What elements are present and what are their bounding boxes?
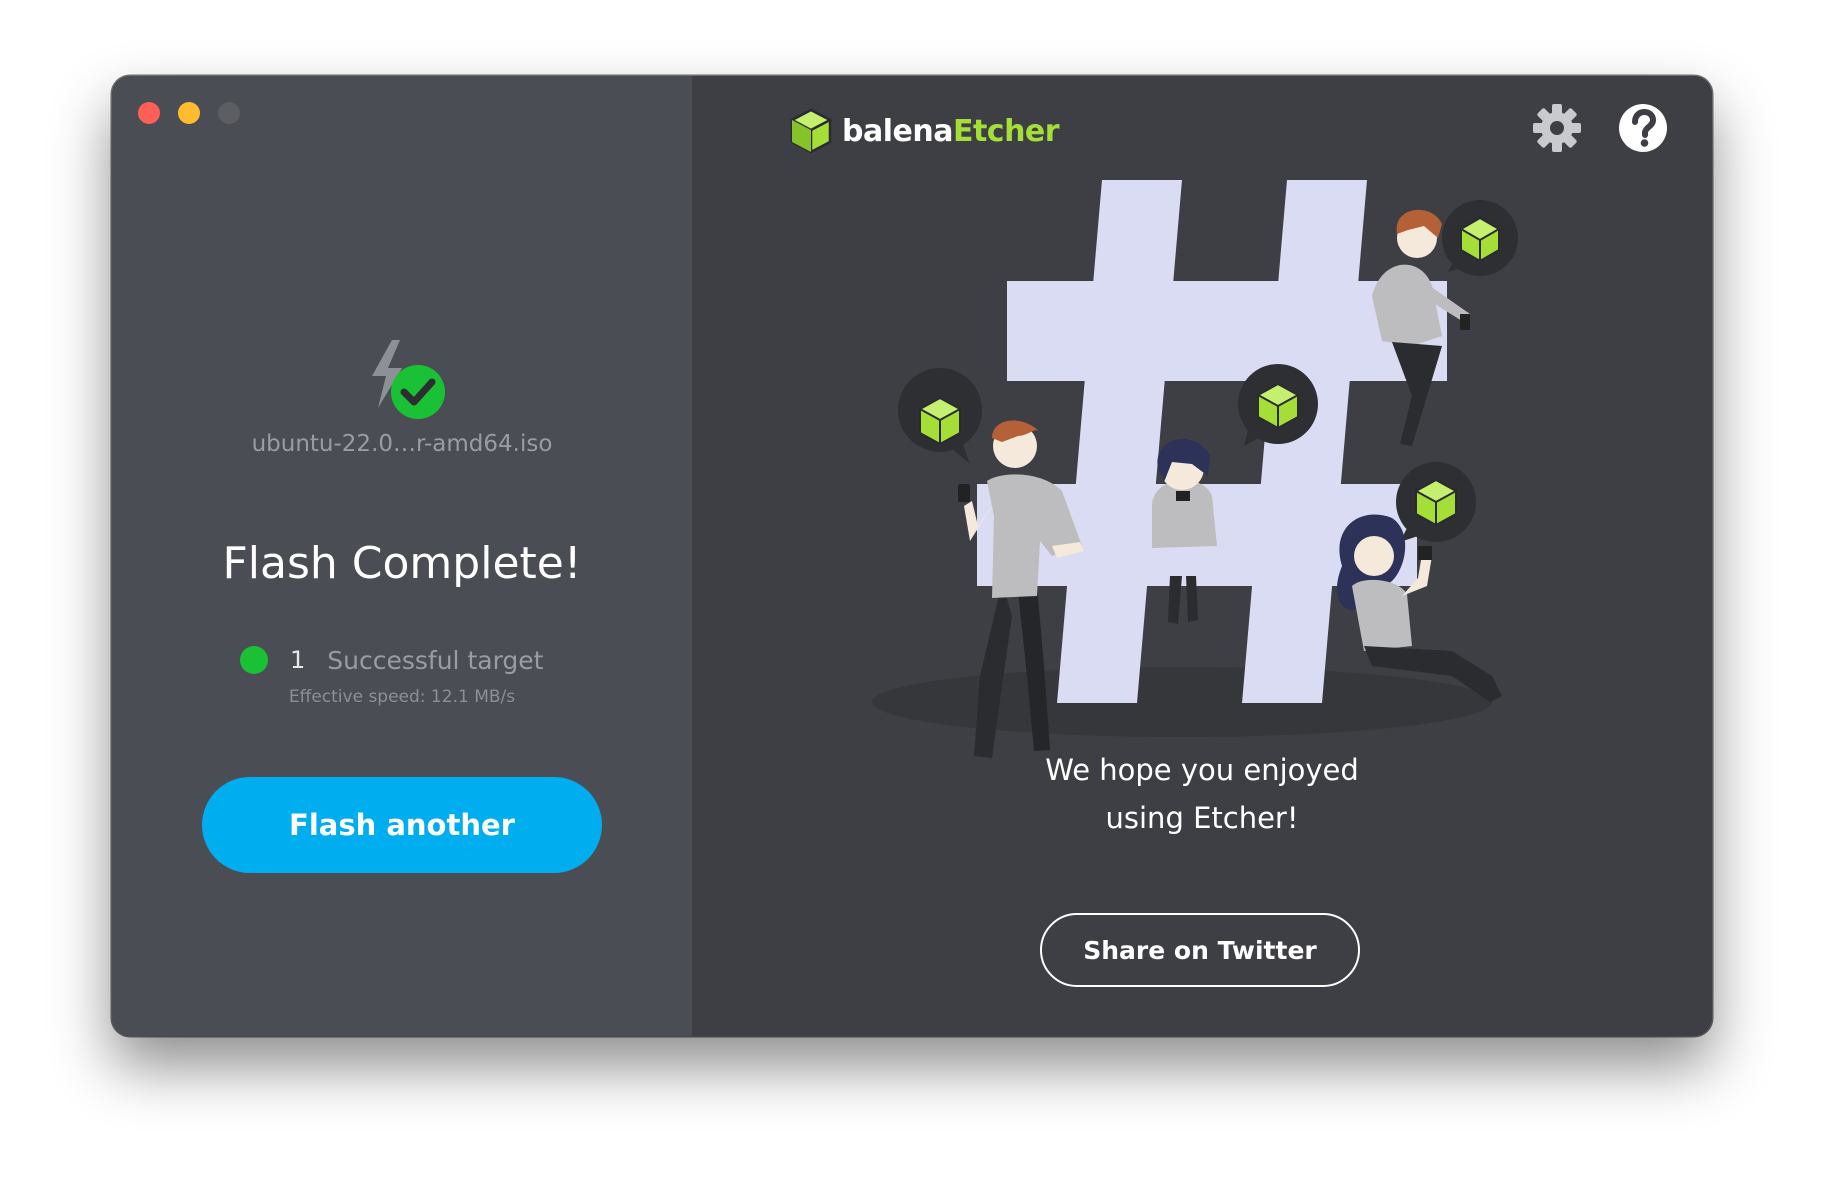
success-dot-icon <box>240 646 268 674</box>
logo-text: balenaEtcher <box>842 113 1060 149</box>
check-circle-icon <box>391 365 445 419</box>
success-label: Successful target <box>327 645 544 675</box>
speech-bubble-lower-right <box>1396 462 1476 542</box>
zoom-window-button[interactable] <box>218 102 240 124</box>
etcher-window: ubuntu-22.0…r-amd64.iso Flash Complete! … <box>112 76 1712 1036</box>
message-line-2: using Etcher! <box>1105 801 1299 835</box>
logo-text-etcher: Etcher <box>952 113 1060 149</box>
right-panel: balenaEtcher We hope you enjoyed using E… <box>692 76 1712 1036</box>
success-count: 1 <box>290 646 306 674</box>
flash-another-button[interactable]: Flash another <box>202 777 602 873</box>
close-window-button[interactable] <box>138 102 160 124</box>
community-hashtag-illustration <box>872 180 1518 758</box>
minimize-window-button[interactable] <box>178 102 200 124</box>
flash-complete-icon <box>372 340 445 419</box>
image-filename: ubuntu-22.0…r-amd64.iso <box>251 431 553 457</box>
flash-complete-heading: Flash Complete! <box>222 538 582 589</box>
speech-bubble-left <box>898 368 982 464</box>
person-center-illustration <box>1152 438 1217 624</box>
share-on-twitter-button[interactable]: Share on Twitter <box>1040 913 1360 987</box>
speech-bubble-top-right <box>1442 200 1518 276</box>
logo-text-balena: balena <box>842 113 953 149</box>
effective-speed: Effective speed: 12.1 MB/s <box>288 687 516 707</box>
question-icon[interactable] <box>1617 102 1669 154</box>
thank-you-message: We hope you enjoyed using Etcher! <box>692 746 1712 842</box>
status-row: 1 Successful target <box>240 644 543 676</box>
message-line-1: We hope you enjoyed <box>1045 753 1359 787</box>
left-panel: ubuntu-22.0…r-amd64.iso Flash Complete! … <box>112 76 692 1036</box>
balena-cube-icon <box>790 108 832 154</box>
